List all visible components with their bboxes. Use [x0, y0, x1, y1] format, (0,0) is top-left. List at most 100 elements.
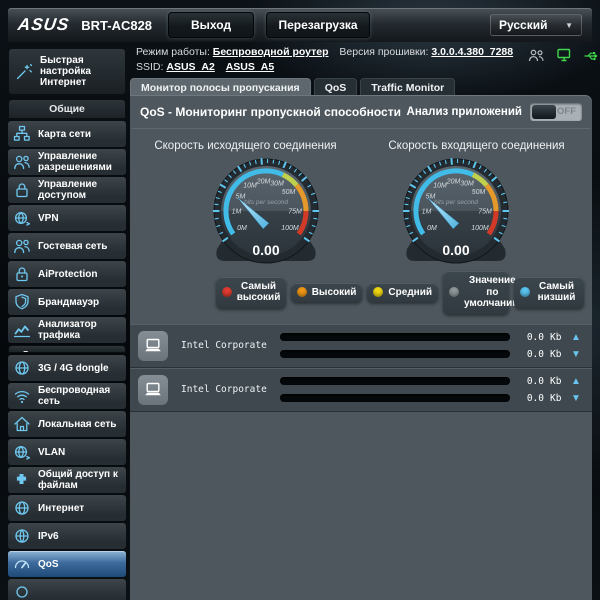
sidebar-item-access-control[interactable]: Управление доступом: [8, 177, 126, 203]
legend-lowest[interactable]: Самый низший: [514, 276, 584, 308]
laptop-icon[interactable]: [138, 374, 168, 405]
svg-text:0M: 0M: [237, 225, 247, 232]
download-bar: [280, 394, 510, 402]
svg-text:50M: 50M: [472, 189, 486, 196]
legend-medium[interactable]: Средний: [367, 282, 438, 302]
sidebar-item-file-sharing[interactable]: Общий доступ к файлам: [8, 467, 126, 493]
mode-link[interactable]: Беспроводной роутер: [213, 46, 329, 58]
app-analysis-toggle[interactable]: OFF: [530, 103, 582, 121]
sidebar-item-aiprotection[interactable]: AiProtection: [8, 261, 126, 287]
network-map-icon: [12, 125, 32, 143]
device-row: Intel Corporate 0.0 Kb ▲ 0.0 Kb ▼: [130, 323, 592, 368]
sidebar-item-firewall[interactable]: Брандмауэр: [8, 289, 126, 315]
svg-text:20M: 20M: [256, 179, 271, 186]
sidebar-item-3g-4g-dongle[interactable]: 3G / 4G dongle: [8, 355, 126, 381]
svg-text:10M: 10M: [433, 183, 447, 190]
tab-bandwidth-monitor[interactable]: Монитор полосы пропускания: [130, 78, 311, 95]
sidebar-item-ipv6[interactable]: IPv6: [8, 523, 126, 549]
wifi-icon: [12, 387, 32, 405]
info-bar: Режим работы: Беспроводной роутер Версия…: [136, 45, 513, 75]
download-gauge: 0M 1M 5M 10M 20M 30M 50M 75M 100M bits p…: [403, 158, 509, 264]
sidebar-section-general: Общие: [8, 99, 126, 119]
upload-value: 0.0: [526, 375, 544, 387]
download-gauge-title: Скорость входящего соединения: [388, 140, 565, 152]
ssid-link-1[interactable]: ASUS_A2: [166, 61, 214, 73]
lock-icon: [12, 181, 32, 199]
svg-text:30M: 30M: [460, 181, 474, 188]
svg-text:100M: 100M: [281, 225, 299, 232]
tab-traffic-monitor[interactable]: Traffic Monitor: [360, 78, 456, 95]
svg-text:1M: 1M: [232, 209, 242, 216]
device-name: Intel Corporate: [181, 384, 267, 395]
globe-icon: [12, 499, 32, 517]
sidebar-item-vlan[interactable]: VLAN: [8, 439, 126, 465]
svg-text:100M: 100M: [471, 225, 489, 232]
sidebar-quick-setup[interactable]: Быстрая настройка Интернет: [8, 48, 126, 95]
clients-icon[interactable]: [528, 49, 545, 62]
upload-bar: [280, 333, 510, 341]
device-list: Intel Corporate 0.0 Kb ▲ 0.0 Kb ▼ Intel …: [130, 323, 592, 412]
sidebar-item-internet[interactable]: Интернет: [8, 495, 126, 521]
firmware-link[interactable]: 3.0.0.4.380_7288: [431, 46, 513, 58]
svg-text:50M: 50M: [282, 189, 296, 196]
red-dot-icon: [221, 287, 232, 298]
firmware-label: Версия прошивки:: [339, 46, 429, 58]
legend-highest[interactable]: Самый высокий: [215, 276, 286, 308]
sidebar-section-advanced: Дополнительные настройки: [8, 345, 126, 353]
logout-button[interactable]: Выход: [168, 12, 255, 38]
shield-icon: [12, 293, 32, 311]
qos-panel: QoS - Мониторинг пропускной способности …: [130, 95, 592, 600]
sidebar-item-guest-network[interactable]: Гостевая сеть: [8, 233, 126, 259]
sidebar-item-vpn[interactable]: VPN: [8, 205, 126, 231]
toggle-state: OFF: [557, 106, 576, 117]
reboot-button[interactable]: Перезагрузка: [266, 12, 371, 38]
upload-gauge-title: Скорость исходящего соединения: [154, 140, 337, 152]
yellow-dot-icon: [373, 287, 384, 298]
gray-dot-icon: [449, 287, 459, 298]
tab-qos[interactable]: QoS: [313, 78, 358, 95]
sidebar-item-traffic-analyzer[interactable]: Анализатор трафика: [8, 317, 126, 343]
upload-bar: [280, 377, 510, 385]
legend-default[interactable]: Значение по умолчанию: [443, 271, 521, 314]
laptop-icon[interactable]: [138, 330, 168, 361]
globe-share-icon: [12, 443, 32, 461]
upload-value: 0.00: [252, 242, 279, 258]
download-value: 0.00: [442, 242, 469, 258]
upload-gauge: 0M 1M 5M 10M 20M 30M 50M 75M 100M bits p…: [213, 158, 319, 264]
users-icon: [12, 153, 32, 171]
sidebar-item-partial[interactable]: [8, 579, 126, 600]
usb-icon[interactable]: [583, 49, 600, 62]
tab-bar: Монитор полосы пропускания QoS Traffic M…: [130, 78, 458, 95]
app-analysis-label: Анализ приложений: [406, 106, 522, 118]
svg-text:75M: 75M: [288, 209, 302, 216]
ssid-label: SSID:: [136, 61, 164, 73]
svg-text:1M: 1M: [422, 209, 432, 216]
page-title: QoS - Мониторинг пропускной способности: [140, 105, 401, 119]
down-arrow-icon: ▼: [571, 392, 581, 404]
ssid-link-2[interactable]: ASUS_A5: [226, 61, 274, 73]
svg-text:10M: 10M: [243, 183, 257, 190]
sidebar-item-permissions[interactable]: Управление разрешениями: [8, 149, 126, 175]
legend-high[interactable]: Высокий: [290, 282, 363, 302]
priority-legend: Самый высокий Высокий Средний Значение п…: [130, 271, 592, 314]
up-arrow-icon: ▲: [571, 375, 581, 387]
chevron-down-icon: ▼: [565, 20, 573, 30]
language-dropdown[interactable]: Русский ▼: [490, 14, 582, 36]
sidebar-item-qos[interactable]: QoS: [8, 551, 126, 577]
orange-dot-icon: [296, 287, 307, 298]
system-monitor-icon[interactable]: [556, 48, 572, 62]
lock-icon: [12, 265, 32, 283]
sidebar-item-network-map[interactable]: Карта сети: [8, 121, 126, 147]
globe-icon: [12, 527, 32, 545]
sidebar-item-wireless[interactable]: Беспроводная сеть: [8, 383, 126, 409]
router-model: BRT-AC828: [81, 17, 153, 33]
download-value: 0.0: [526, 348, 544, 360]
top-banner: ASUS BRT-AC828 Выход Перезагрузка Русски…: [8, 8, 592, 42]
sidebar-item-lan[interactable]: Локальная сеть: [8, 411, 126, 437]
download-value: 0.0: [526, 392, 544, 404]
gear-icon: [12, 583, 32, 600]
up-arrow-icon: ▲: [571, 331, 581, 343]
svg-text:30M: 30M: [270, 181, 284, 188]
magic-wand-icon: [14, 63, 34, 81]
status-icons: [528, 48, 600, 62]
